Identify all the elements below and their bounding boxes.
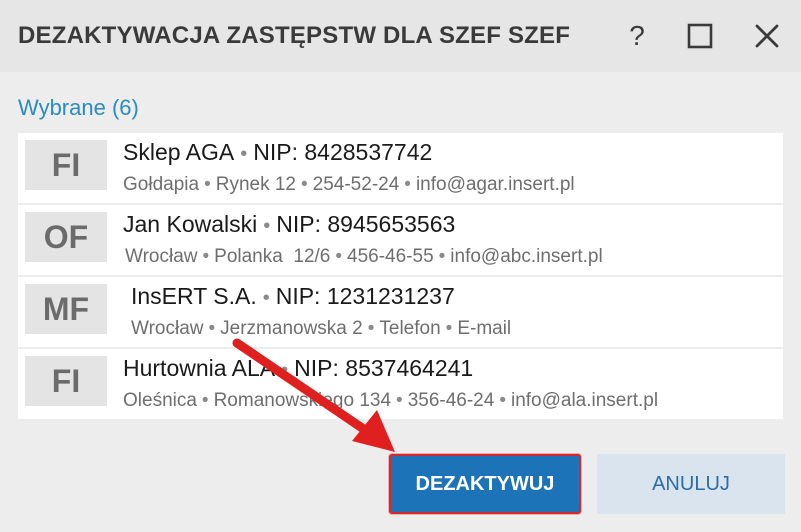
type-badge: FI: [25, 356, 107, 406]
item-street: Jerzmanowska 2: [220, 318, 363, 339]
item-phone: 356-46-24: [407, 390, 495, 411]
selected-count-label: Wybrane (6): [18, 95, 139, 120]
type-badge: FI: [25, 140, 107, 190]
item-phone: Telefon: [379, 318, 441, 339]
dialog-titlebar: DEZAKTYWACJA ZASTĘPSTW DLA SZEF SZEF ?: [0, 0, 801, 72]
item-title: Jan Kowalski • NIP: 8945653563: [123, 211, 456, 237]
item-nip: NIP: 8537464241: [294, 355, 474, 381]
deactivate-button[interactable]: DEZAKTYWUJ: [389, 454, 581, 514]
list-item[interactable]: OF Jan Kowalski • NIP: 8945653563 Wrocław •…: [18, 205, 783, 275]
dialog-title: DEZAKTYWACJA ZASTĘPSTW DLA SZEF SZEF: [18, 22, 571, 49]
item-email: info@agar.insert.pl: [415, 174, 575, 195]
item-city: Wrocław: [131, 318, 204, 339]
item-street: Romanowskiego 134: [213, 390, 392, 411]
item-nip: NIP: 8945653563: [276, 211, 456, 237]
item-city: Oleśnica: [123, 390, 197, 411]
item-details: Gołdapia • Rynek 12 • 254-52-24 • info@agar.in…: [123, 174, 575, 195]
item-name: Hurtownia ALA: [123, 355, 276, 381]
item-details: Wrocław • Jerzmanowska 2 • Telefon • E-mail: [131, 318, 512, 339]
list-item[interactable]: FI Hurtownia ALA • NIP: 8537464241 Oleśnic…: [18, 349, 783, 419]
item-street: Polanka 12/6: [214, 246, 331, 267]
item-email: info@abc.insert.pl: [450, 246, 603, 267]
item-city: Gołdapia: [123, 174, 200, 195]
cancel-button[interactable]: ANULUJ: [597, 454, 785, 514]
type-badge: MF: [25, 284, 107, 334]
item-title: Hurtownia ALA • NIP: 8537464241: [123, 355, 474, 381]
item-email: E-mail: [457, 318, 512, 339]
item-name: Sklep AGA: [123, 139, 235, 165]
item-phone: 456-46-55: [347, 246, 434, 267]
list-item[interactable]: FI Sklep AGA • NIP: 8428537742 Gołdapia • Ry…: [18, 133, 783, 203]
item-nip: NIP: 1231231237: [275, 283, 455, 309]
maximize-icon[interactable]: [680, 18, 720, 54]
item-nip: NIP: 8428537742: [253, 139, 433, 165]
list-item[interactable]: MF InsERT S.A. • NIP: 1231231237 Wrocław • J…: [18, 277, 783, 347]
item-title: InsERT S.A. • NIP: 1231231237: [131, 283, 455, 309]
item-title: Sklep AGA • NIP: 8428537742: [123, 139, 433, 165]
item-name: Jan Kowalski: [123, 211, 258, 237]
type-badge: OF: [25, 212, 107, 262]
close-icon[interactable]: [747, 18, 787, 54]
item-name: InsERT S.A.: [131, 283, 257, 309]
item-details: Oleśnica • Romanowskiego 134 • 356-46-24 • inf…: [123, 390, 659, 411]
item-phone: 254-52-24: [312, 174, 400, 195]
item-email: info@ala.insert.pl: [510, 390, 659, 411]
help-icon[interactable]: ?: [617, 18, 657, 54]
item-street: Rynek 12: [215, 174, 296, 195]
item-details: Wrocław • Polanka 12/6 • 456-46-55 • info@abc.…: [125, 246, 603, 267]
item-city: Wrocław: [125, 246, 198, 267]
